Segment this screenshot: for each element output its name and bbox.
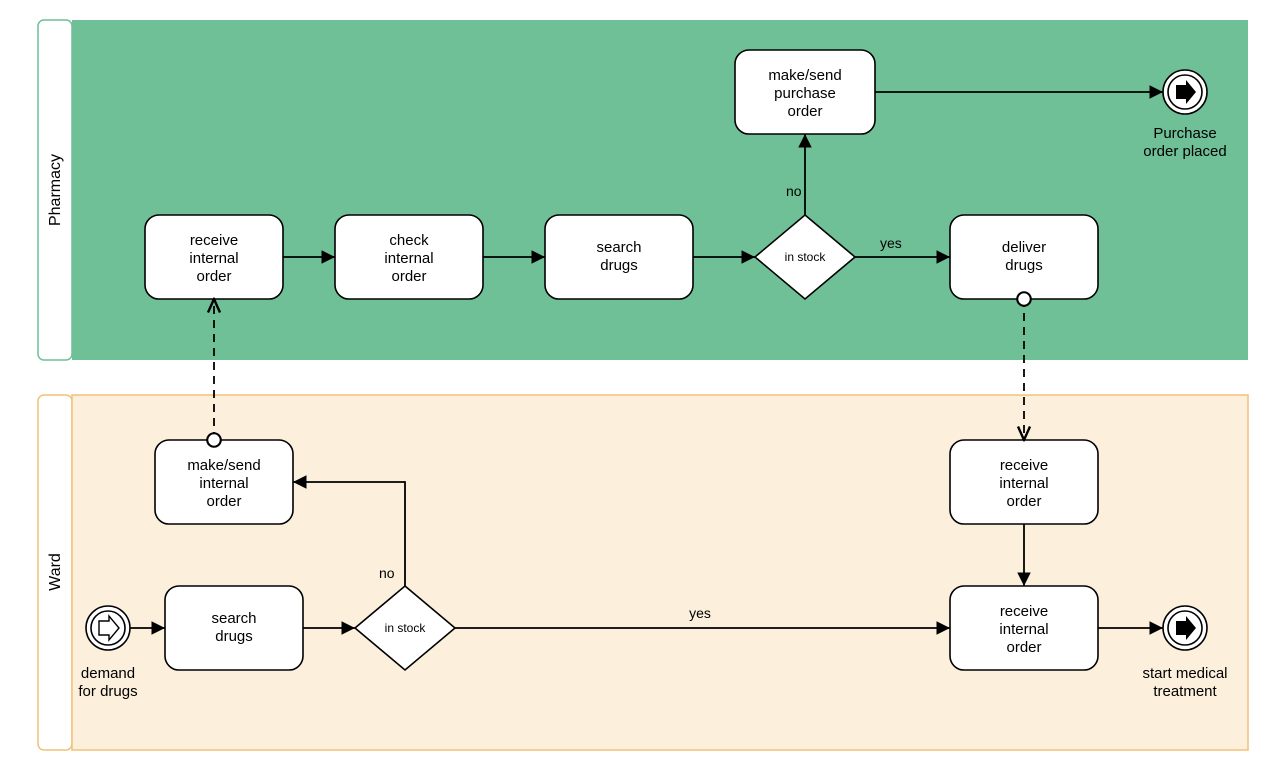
label-no-pharmacy: no xyxy=(786,183,802,199)
svg-text:receiveinternalorder: receiveinternalorder xyxy=(999,457,1048,510)
task-receive-internal-order-pharmacy: receiveinternalorder xyxy=(145,215,283,299)
task-receive-internal-order-ward-1: receiveinternalorder xyxy=(950,440,1098,524)
pharmacy-pool: Pharmacy xyxy=(38,20,1248,360)
svg-text:demandfor drugs: demandfor drugs xyxy=(78,665,137,700)
label-yes-pharmacy: yes xyxy=(880,235,902,251)
svg-text:start medicaltreatment: start medicaltreatment xyxy=(1142,665,1227,700)
svg-text:deliverdrugs: deliverdrugs xyxy=(1002,239,1046,274)
task-deliver-drugs: deliverdrugs xyxy=(950,215,1098,299)
task-make-send-internal-order: make/sendinternalorder xyxy=(155,440,293,524)
task-search-drugs-ward: searchdrugs xyxy=(165,586,303,670)
label-yes-ward: yes xyxy=(689,605,711,621)
svg-text:in stock: in stock xyxy=(385,621,427,635)
task-check-internal-order: checkinternalorder xyxy=(335,215,483,299)
svg-text:searchdrugs: searchdrugs xyxy=(211,610,256,645)
task-search-drugs-pharmacy: searchdrugs xyxy=(545,215,693,299)
ward-lane-label: Ward xyxy=(47,553,64,591)
svg-text:in stock: in stock xyxy=(785,250,827,264)
task-receive-internal-order-ward-2: receiveinternalorder xyxy=(950,586,1098,670)
svg-text:receiveinternalorder: receiveinternalorder xyxy=(999,603,1048,656)
label-no-ward: no xyxy=(379,565,395,581)
task-make-send-purchase-order: make/sendpurchaseorder xyxy=(735,50,875,134)
pharmacy-lane-label: Pharmacy xyxy=(47,154,64,226)
svg-text:Purchaseorder placed: Purchaseorder placed xyxy=(1143,125,1226,160)
bpmn-diagram: Pharmacy Ward receiveinternalorder check… xyxy=(0,0,1280,768)
svg-text:receiveinternalorder: receiveinternalorder xyxy=(189,232,238,285)
svg-text:searchdrugs: searchdrugs xyxy=(596,239,641,274)
svg-text:checkinternalorder: checkinternalorder xyxy=(384,232,433,285)
